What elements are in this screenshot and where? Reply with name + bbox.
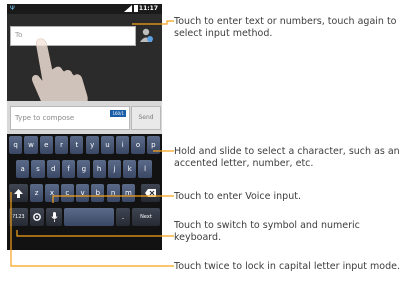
callout-voice-input: Touch to enter Voice input. [174,191,301,202]
leader-line-symbols [16,230,174,237]
callout-hold-slide: Hold and slide to select a character, su… [174,146,400,169]
leader-line-text-input [132,20,174,25]
leader-line-voice [52,195,174,203]
callout-symbols-keyboard: Touch to switch to symbol and numeric ke… [174,220,360,243]
callout-text-input: Touch to enter text or numbers, touch ag… [174,16,397,39]
leader-line-caps [10,192,174,267]
callout-caps-lock: Touch twice to lock in capital letter in… [174,261,400,272]
